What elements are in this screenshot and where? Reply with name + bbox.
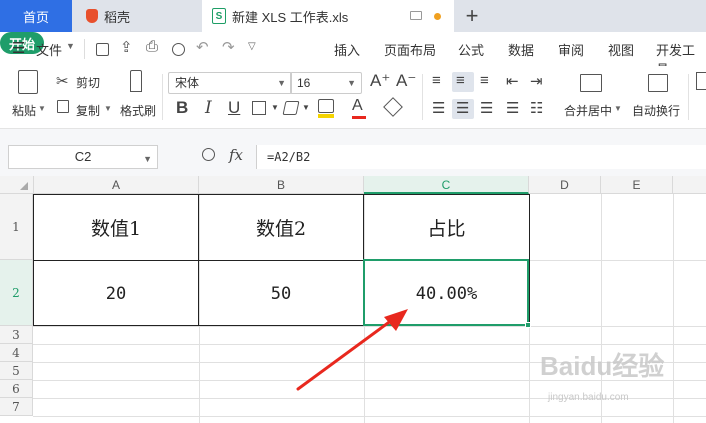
watermark-subtitle: jingyan.baidu.com <box>548 392 629 403</box>
spreadsheet-app: 首页 稻壳 S 新建 XLS 工作表.xls + ☰ 文件 ▼ ⇪ ⎙ ↶ ↷ … <box>0 0 706 423</box>
watermark: Baidu经验 <box>540 351 665 381</box>
